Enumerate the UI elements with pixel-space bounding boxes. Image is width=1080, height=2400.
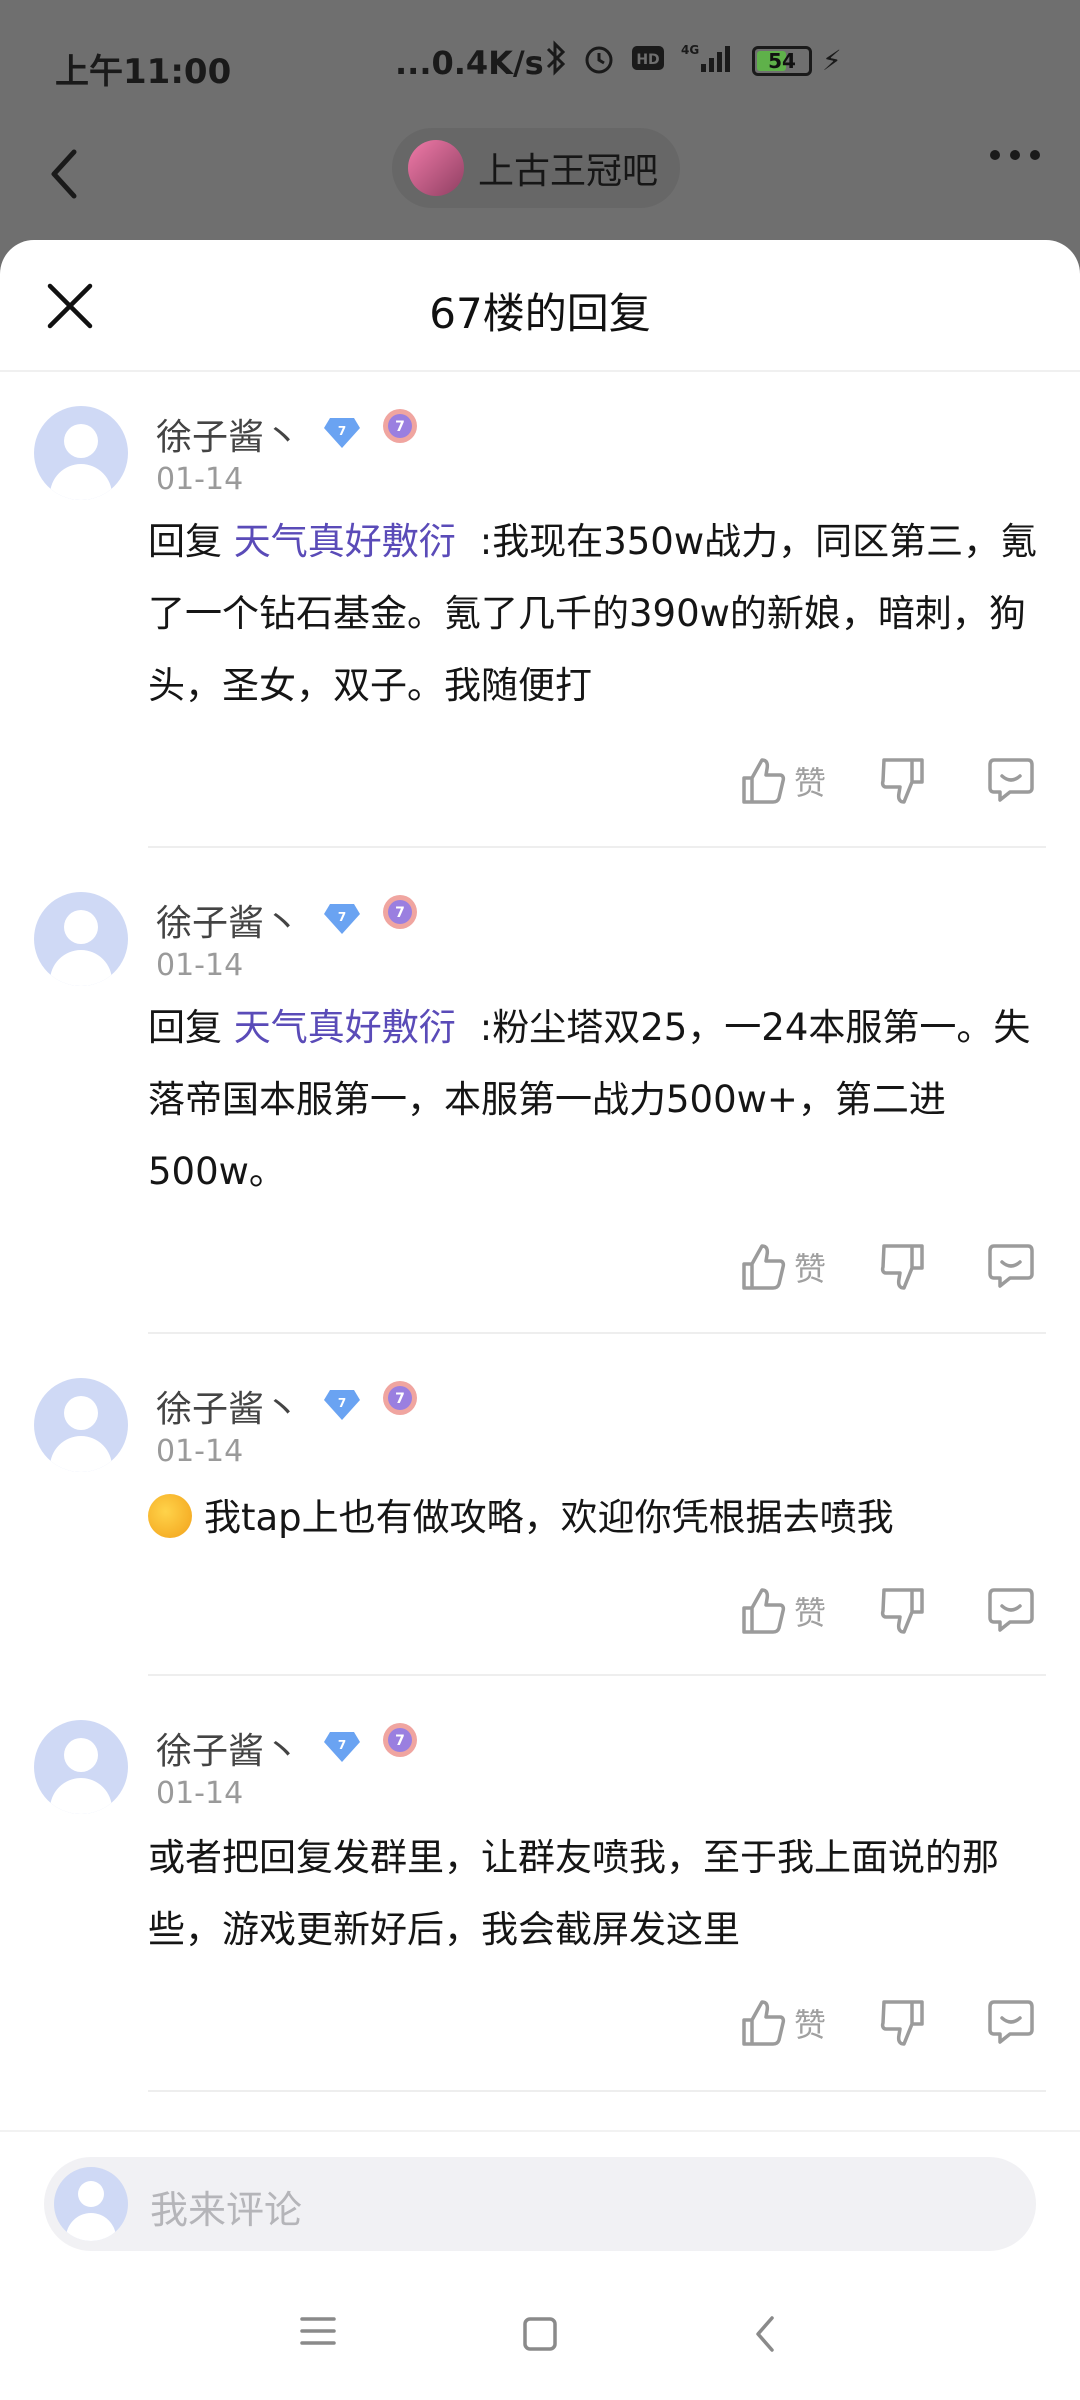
comment-input[interactable]: 我来评论 [44,2157,1036,2251]
svg-text:7: 7 [395,1391,405,1407]
avatar[interactable] [34,1720,128,1814]
thumbs-up-icon [742,1588,786,1634]
more-options-icon[interactable] [990,150,1040,160]
thumbs-down-icon[interactable] [880,1998,926,2048]
bluetooth-icon [546,40,566,76]
like-button[interactable]: 赞 [740,1242,826,1292]
my-avatar [54,2167,128,2241]
reply-text: 或者把回复发群里，让群友喷我，至于我上面说的那些，游戏更新好后，我会截屏发这里 [148,1836,999,1951]
reply-content: 或者把回复发群里，让群友喷我，至于我上面说的那些，游戏更新好后，我会截屏发这里 [148,1822,1048,1966]
forum-name: 上古王冠吧 [478,151,659,192]
svg-text:7: 7 [395,419,405,435]
forum-top-bar: 上古王冠吧 [0,120,1080,240]
reply-prefix: 回复 [148,1006,222,1049]
reply-actions: 赞 [0,756,1080,816]
status-bar: 上午11:00 ...0.4K/s HD 4G 54 ⚡ [0,0,1080,130]
battery-icon: 54 [752,46,812,76]
reply-actions: 赞 [0,1242,1080,1302]
reply-prefix: 回复 [148,520,222,563]
signal-icon: 4G [681,43,730,72]
sheet-title: 67楼的回复 [429,289,651,338]
like-button[interactable]: 赞 [740,756,826,806]
battery-level: 54 [768,49,796,73]
reply-text: 我tap上也有做攻略，欢迎你凭根据去喷我 [204,1496,894,1539]
divider [148,2090,1046,2092]
reply-date: 01-14 [156,1434,244,1469]
thumbs-up-icon [742,1244,786,1290]
diamond-badge-icon: 7 [324,904,360,934]
thumbs-down-icon[interactable] [880,1586,926,1636]
like-label: 赞 [794,764,827,802]
divider [148,846,1046,848]
thumbs-up-icon [742,2000,786,2046]
avatar[interactable] [34,892,128,986]
thumbs-down-icon[interactable] [880,756,926,806]
home-icon[interactable] [520,2314,560,2354]
avatar[interactable] [34,406,128,500]
reply-content: 回复 天气真好敷衍:粉尘塔双25，一24本服第一。失落帝国本服第一，本服第一战力… [148,992,1048,1208]
svg-text:HD: HD [636,52,659,68]
charging-icon: ⚡ [822,44,842,77]
thumbs-down-icon[interactable] [880,1242,926,1292]
username[interactable]: 徐子酱丶 [156,894,300,946]
comment-icon[interactable] [988,1242,1034,1292]
reply-content: 回复 天气真好敷衍:我现在350w战力，同区第三，氪了一个钻石基金。氪了几千的3… [148,506,1048,722]
svg-text:7: 7 [338,910,346,924]
level-badge-icon: 7 [383,409,417,443]
level-badge-icon: 7 [383,895,417,929]
level-badge-icon: 7 [383,1723,417,1757]
diamond-badge-icon: 7 [324,1732,360,1762]
username[interactable]: 徐子酱丶 [156,1380,300,1432]
divider [148,1332,1046,1334]
diamond-badge-icon: 7 [324,1390,360,1420]
replies-sheet: 67楼的回复 徐子酱丶 7 7 01-14 回复 天气真好敷衍:我现在350w战… [0,240,1080,2400]
forum-title-pill[interactable]: 上古王冠吧 [392,128,681,208]
thumbs-up-icon [742,758,786,804]
network-speed: ...0.4K/s [395,44,544,82]
reply-date: 01-14 [156,1776,244,1811]
svg-text:7: 7 [338,1738,346,1752]
divider [148,1674,1046,1676]
reply-date: 01-14 [156,462,244,497]
comment-icon[interactable] [988,756,1034,806]
like-label: 赞 [794,2006,827,2044]
status-time: 上午11:00 [55,52,232,92]
username[interactable]: 徐子酱丶 [156,1722,300,1774]
svg-text:7: 7 [395,905,405,921]
comment-composer-area: 我来评论 [0,2130,1080,2272]
diamond-badge-icon: 7 [324,418,360,448]
reply-content: 我tap上也有做攻略，欢迎你凭根据去喷我 [148,1482,1048,1554]
avatar[interactable] [34,1378,128,1472]
reply-actions: 赞 [0,1586,1080,1646]
nav-back-icon[interactable] [748,2314,784,2354]
reply-date: 01-14 [156,948,244,983]
system-nav-bar [0,2270,1080,2400]
reply-actions: 赞 [0,1998,1080,2058]
emoji-icon [148,1493,192,1538]
svg-text:4G: 4G [681,43,699,57]
forum-avatar [408,140,464,196]
level-badge-icon: 7 [383,1381,417,1415]
svg-text:7: 7 [395,1733,405,1749]
comment-placeholder: 我来评论 [150,2188,303,2232]
comment-icon[interactable] [988,1586,1034,1636]
back-arrow-icon[interactable] [40,134,100,214]
sheet-header: 67楼的回复 [0,240,1080,372]
menu-icon[interactable] [298,2314,338,2348]
svg-text:7: 7 [338,424,346,438]
like-button[interactable]: 赞 [740,1998,826,2048]
mention-link[interactable]: 天气真好敷衍 [234,1006,456,1049]
like-label: 赞 [794,1594,827,1632]
like-label: 赞 [794,1250,827,1288]
alarm-icon [585,46,613,74]
comment-icon[interactable] [988,1998,1034,2048]
username[interactable]: 徐子酱丶 [156,408,300,460]
mention-link[interactable]: 天气真好敷衍 [234,520,456,563]
hd-icon: HD [632,46,664,70]
status-icons: HD 4G [545,40,739,76]
svg-text:7: 7 [338,1396,346,1410]
like-button[interactable]: 赞 [740,1586,826,1636]
